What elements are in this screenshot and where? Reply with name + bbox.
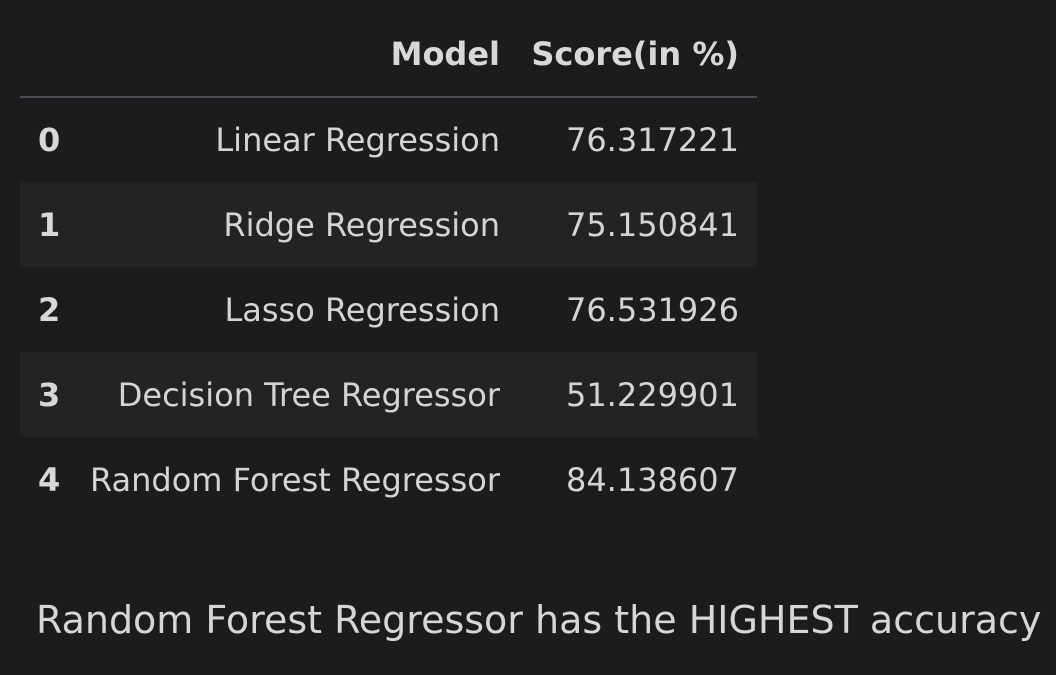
score-cell: 84.138607 — [565, 460, 739, 499]
table-header-row: Model Score(in %) — [20, 12, 757, 98]
table-row: 4 Random Forest Regressor 84.138607 — [20, 437, 757, 522]
row-index: 0 — [38, 121, 61, 159]
results-dataframe: Model Score(in %) 0 Linear Regression 76… — [20, 12, 757, 522]
row-index: 4 — [38, 460, 61, 499]
score-cell: 76.317221 — [565, 121, 739, 159]
row-index: 1 — [38, 205, 61, 244]
row-index: 3 — [38, 375, 61, 414]
model-name-cell: Linear Regression — [215, 121, 500, 159]
table-row: 1 Ridge Regression 75.150841 — [20, 182, 757, 267]
model-name-cell: Ridge Regression — [223, 205, 500, 244]
summary-text: Random Forest Regressor has the HIGHEST … — [36, 598, 1042, 642]
cell-output-area: Model Score(in %) 0 Linear Regression 76… — [0, 0, 1056, 675]
table-row: 2 Lasso Regression 76.531926 — [20, 267, 757, 352]
score-cell: 75.150841 — [565, 205, 739, 244]
table-row: 3 Decision Tree Regressor 51.229901 — [20, 352, 757, 437]
score-cell: 76.531926 — [565, 290, 739, 329]
index-column-header — [20, 12, 72, 98]
score-column-header: Score(in %) — [518, 12, 757, 98]
model-name-cell: Lasso Regression — [224, 290, 500, 329]
row-index: 2 — [38, 290, 61, 329]
model-name-cell: Random Forest Regressor — [89, 460, 500, 499]
score-cell: 51.229901 — [565, 375, 739, 414]
model-name-cell: Decision Tree Regressor — [117, 375, 500, 414]
model-column-header: Model — [72, 12, 518, 98]
table-row: 0 Linear Regression 76.317221 — [20, 97, 757, 182]
